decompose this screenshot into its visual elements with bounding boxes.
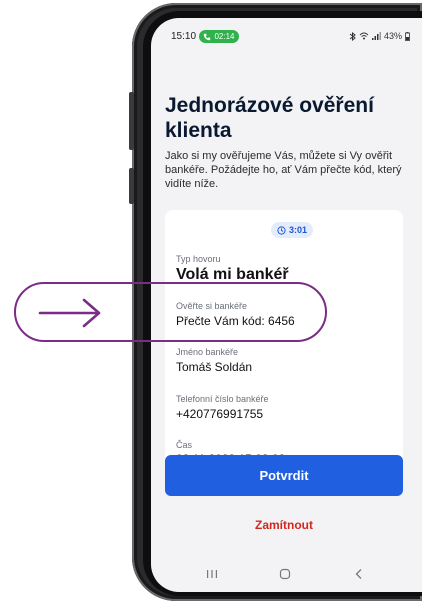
countdown-badge: 3:01 [271, 222, 313, 238]
wifi-icon [359, 32, 369, 40]
home-icon [279, 568, 291, 580]
banker-phone-value: +420776991755 [176, 407, 264, 421]
time-label: Čas [176, 440, 193, 450]
clock-icon [277, 225, 286, 235]
signal-icon [371, 32, 381, 40]
status-bar: 15:10 02:14 43% [151, 18, 422, 54]
bluetooth-icon [349, 31, 356, 41]
banker-phone-label: Telefonní číslo bankéře [176, 394, 269, 404]
confirm-button[interactable]: Potvrdit [165, 455, 403, 496]
arrow-right-icon [38, 298, 101, 328]
status-icons: 43% [349, 31, 410, 41]
recent-apps-button[interactable] [203, 566, 221, 582]
recent-apps-icon [207, 570, 217, 578]
call-timer: 02:14 [214, 32, 235, 41]
home-button[interactable] [276, 566, 294, 582]
banker-name-label: Jméno bankéře [176, 347, 239, 357]
back-icon [355, 569, 362, 579]
page-title: Jednorázové ověření klienta [165, 94, 374, 142]
back-button[interactable] [350, 566, 368, 582]
power-button [129, 168, 134, 204]
reject-button[interactable]: Zamítnout [165, 514, 403, 536]
phone-icon [204, 33, 211, 40]
volume-button [129, 92, 134, 150]
page-subtitle: Jako si my ověřujeme Vás, můžete si Vy o… [165, 150, 402, 190]
battery-icon [405, 31, 410, 41]
battery-percent: 43% [383, 31, 402, 41]
call-type-label: Typ hovoru [176, 254, 221, 264]
system-nav-bar [151, 556, 422, 592]
banker-name-value: Tomáš Soldán [176, 360, 253, 374]
ongoing-call-pill[interactable]: 02:14 [199, 30, 239, 43]
countdown-value: 3:01 [288, 225, 307, 235]
status-time: 15:10 [171, 31, 197, 42]
